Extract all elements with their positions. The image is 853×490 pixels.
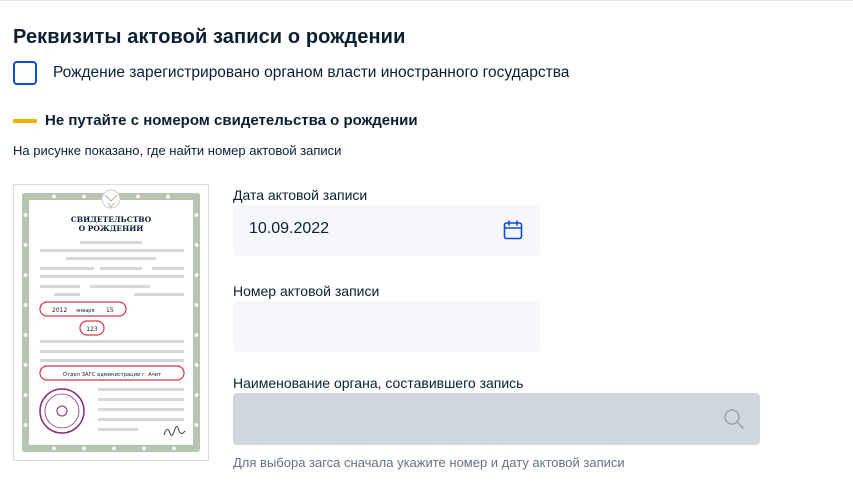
certificate-illustration: СВИДЕТЕЛЬСТВО О РОЖДЕНИИ 2012 января 15 … bbox=[13, 184, 209, 461]
foreign-registration-checkbox[interactable] bbox=[13, 61, 37, 85]
number-field-label: Номер актовой записи bbox=[233, 283, 380, 299]
certificate-text-lines bbox=[40, 241, 184, 431]
certificate-title-1: СВИДЕТЕЛЬСТВО bbox=[71, 215, 152, 224]
foreign-registration-checkbox-row[interactable]: Рождение зарегистрировано органом власти… bbox=[13, 61, 569, 85]
stamp-icon bbox=[39, 388, 85, 434]
organ-field-hint: Для выбора загса сначала укажите номер и… bbox=[233, 455, 625, 470]
warning-text: Не путайте с номером свидетельства о рож… bbox=[45, 112, 418, 129]
search-icon bbox=[724, 409, 744, 429]
organ-field-label: Наименование органа, составившего запись bbox=[233, 375, 524, 391]
certificate-hint: На рисунке показано, где найти номер акт… bbox=[13, 143, 342, 158]
warning-row: Не путайте с номером свидетельства о рож… bbox=[13, 112, 418, 129]
certificate-day: 15 bbox=[106, 307, 114, 314]
warning-accent-bar bbox=[13, 118, 37, 123]
section-title: Реквизиты актовой записи о рождении bbox=[13, 26, 406, 48]
date-field-label: Дата актовой записи bbox=[233, 187, 368, 203]
certificate-office: Отдел ЗАГС администрации г. Ачит bbox=[63, 372, 161, 378]
certificate-record-number: 123 bbox=[86, 326, 98, 333]
certificate-title-2: О РОЖДЕНИИ bbox=[79, 224, 144, 233]
registry-office-search-field[interactable] bbox=[233, 393, 760, 445]
certificate-image: СВИДЕТЕЛЬСТВО О РОЖДЕНИИ 2012 января 15 … bbox=[22, 189, 200, 452]
foreign-registration-label[interactable]: Рождение зарегистрировано органом власти… bbox=[53, 64, 569, 82]
calendar-icon[interactable] bbox=[502, 219, 524, 241]
date-field[interactable]: 10.09.2022 bbox=[233, 205, 540, 256]
certificate-month: января bbox=[76, 308, 94, 314]
emblem-icon bbox=[101, 189, 121, 209]
page: Реквизиты актовой записи о рождении Рожд… bbox=[0, 0, 853, 490]
top-divider bbox=[0, 0, 853, 1]
record-number-input[interactable] bbox=[233, 301, 540, 352]
date-field-value[interactable]: 10.09.2022 bbox=[249, 220, 329, 238]
certificate-year: 2012 bbox=[52, 307, 67, 314]
signature-icon bbox=[163, 426, 186, 436]
